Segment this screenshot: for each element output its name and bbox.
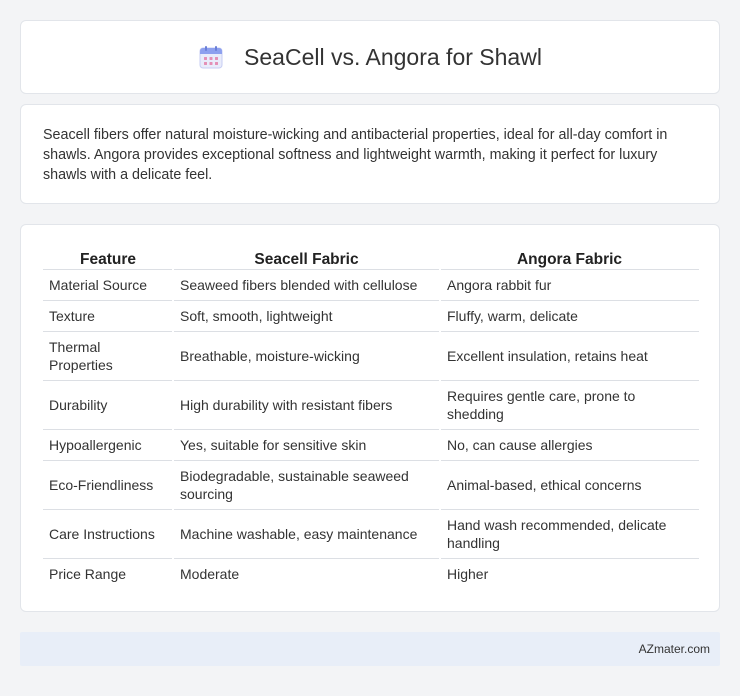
table-row: Thermal Properties Breathable, moisture-… — [43, 331, 699, 381]
table-row: Material Source Seaweed fibers blended w… — [43, 269, 699, 301]
feature-cell: Material Source — [43, 269, 173, 301]
comparison-table: Feature Seacell Fabric Angora Fabric Mat… — [43, 247, 699, 589]
footer-site-link[interactable]: AZmater.com — [639, 642, 710, 656]
angora-cell: Higher — [439, 558, 699, 589]
header-angora: Angora Fabric — [440, 247, 699, 270]
seacell-cell: Seaweed fibers blended with cellulose — [172, 269, 440, 301]
seacell-cell: Moderate — [172, 558, 440, 589]
feature-cell: Eco-Friendliness — [43, 460, 173, 510]
header-seacell: Seacell Fabric — [173, 247, 440, 270]
angora-cell: Excellent insulation, retains heat — [439, 331, 699, 381]
feature-cell: Thermal Properties — [43, 331, 173, 381]
angora-cell: No, can cause allergies — [439, 429, 699, 461]
table-row: Eco-Friendliness Biodegradable, sustaina… — [43, 460, 699, 510]
table-row: Price Range Moderate Higher — [43, 558, 699, 589]
page-title: SeaCell vs. Angora for Shawl — [244, 43, 542, 70]
seacell-cell: Soft, smooth, lightweight — [172, 300, 440, 332]
feature-cell: Care Instructions — [43, 509, 173, 559]
seacell-cell: Machine washable, easy maintenance — [172, 509, 440, 559]
table-row: Hypoallergenic Yes, suitable for sensiti… — [43, 429, 699, 461]
feature-cell: Texture — [43, 300, 173, 332]
comparison-card: Feature Seacell Fabric Angora Fabric Mat… — [20, 224, 720, 612]
table-header-row: Feature Seacell Fabric Angora Fabric — [43, 247, 699, 270]
seacell-cell: Biodegradable, sustainable seaweed sourc… — [172, 460, 440, 510]
angora-cell: Fluffy, warm, delicate — [439, 300, 699, 332]
table-row: Durability High durability with resistan… — [43, 380, 699, 430]
angora-cell: Animal-based, ethical concerns — [439, 460, 699, 510]
table-row: Texture Soft, smooth, lightweight Fluffy… — [43, 300, 699, 332]
feature-cell: Hypoallergenic — [43, 429, 173, 461]
angora-cell: Requires gentle care, prone to shedding — [439, 380, 699, 430]
seacell-cell: Breathable, moisture-wicking — [172, 331, 440, 381]
angora-cell: Angora rabbit fur — [439, 269, 699, 301]
angora-cell: Hand wash recommended, delicate handling — [439, 509, 699, 559]
header-feature: Feature — [43, 247, 173, 270]
feature-cell: Durability — [43, 380, 173, 430]
calendar-icon — [198, 44, 224, 70]
table-row: Care Instructions Machine washable, easy… — [43, 509, 699, 559]
feature-cell: Price Range — [49, 565, 127, 582]
summary-text: Seacell fibers offer natural moisture-wi… — [43, 127, 668, 183]
seacell-cell: High durability with resistant fibers — [172, 380, 440, 430]
footer-bar: AZmater.com — [20, 632, 720, 666]
seacell-cell: Yes, suitable for sensitive skin — [172, 429, 440, 461]
title-card: SeaCell vs. Angora for Shawl — [20, 20, 720, 94]
summary-card: Seacell fibers offer natural moisture-wi… — [20, 104, 720, 204]
